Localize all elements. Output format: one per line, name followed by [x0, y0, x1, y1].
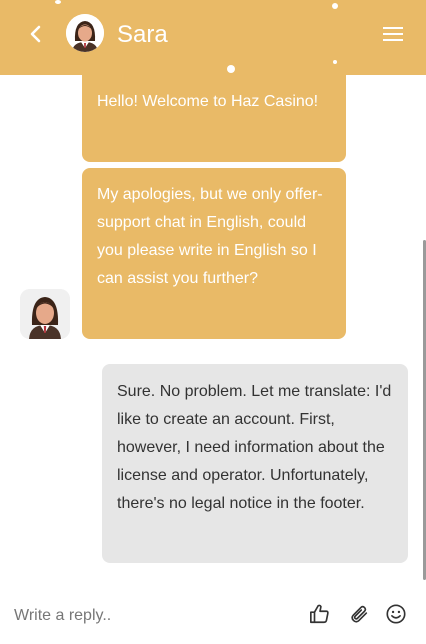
user-message-bubble: Sure. No problem. Let me translate: I'd … [102, 364, 408, 563]
reply-composer [0, 588, 426, 644]
agent-name: Sara [117, 21, 168, 48]
attach-button[interactable] [347, 602, 371, 626]
chat-messages[interactable]: Hello! Welcome to Haz Casino! My apologi… [0, 75, 426, 585]
menu-button[interactable] [380, 21, 406, 47]
message-text: Sure. No problem. Let me translate: I'd … [117, 383, 392, 512]
emoji-icon [386, 604, 406, 624]
agent-message-bubble: My apologies, but we only offer-support … [82, 168, 346, 339]
hamburger-menu-icon [383, 27, 403, 41]
message-text: Hello! Welcome to Haz Casino! [97, 93, 319, 110]
thumbs-up-icon [310, 604, 329, 624]
chat-header: Sara [0, 0, 426, 75]
decorative-dot [332, 3, 338, 9]
decorative-dot [55, 0, 61, 4]
reply-input[interactable] [14, 602, 294, 630]
message-text: My apologies, but we only offer-support … [97, 186, 323, 287]
agent-message-avatar [20, 289, 70, 339]
agent-message-bubble: Hello! Welcome to Haz Casino! [82, 75, 346, 162]
chevron-left-icon [30, 25, 41, 43]
paperclip-icon [351, 605, 368, 623]
decorative-dot [227, 65, 235, 73]
thumbs-up-button[interactable] [308, 602, 332, 626]
decorative-dot [333, 60, 337, 64]
agent-avatar [66, 14, 104, 52]
emoji-button[interactable] [384, 602, 408, 626]
back-button[interactable] [22, 20, 50, 48]
